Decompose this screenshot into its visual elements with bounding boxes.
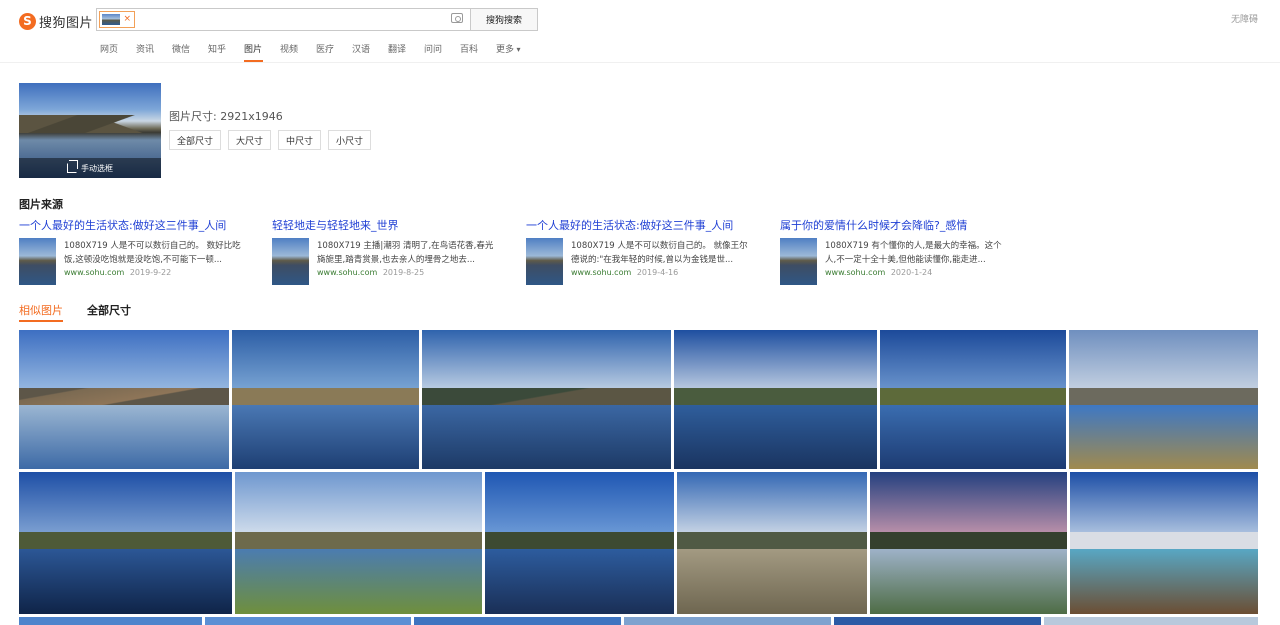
source-description: 1080X719 人是不可以数衍自己的。 数好比吃饭,这顿没吃饱就是没吃饱,不可… — [64, 241, 241, 265]
source-site[interactable]: www.sohu.com — [317, 268, 377, 277]
size-all-button[interactable]: 全部尺寸 — [169, 130, 222, 150]
nav-video[interactable]: 视频 — [280, 42, 316, 62]
source-thumbnail[interactable] — [272, 238, 309, 285]
nav-zhihu[interactable]: 知乎 — [208, 42, 244, 62]
source-site[interactable]: www.sohu.com — [825, 268, 885, 277]
similar-image[interactable] — [674, 330, 877, 469]
source-title-link[interactable]: 轻轻地走与轻轻地来_世界 — [272, 217, 502, 233]
camera-icon[interactable] — [451, 13, 463, 23]
header: S 搜狗图片 × 搜狗搜索 无障碍 网页 资讯 微信 知乎 图片 视频 医疗 汉… — [0, 0, 1280, 63]
similar-image[interactable] — [235, 472, 482, 614]
crop-button[interactable]: 手动选框 — [19, 158, 161, 178]
similar-image[interactable] — [205, 617, 411, 625]
similar-image[interactable] — [677, 472, 867, 614]
tab-similar-images[interactable]: 相似图片 — [19, 302, 63, 322]
similar-image[interactable] — [19, 472, 232, 614]
source-description: 1080X719 人是不可以数衍自己的。 就像王尔德说的:"在我年轻的时候,曾以… — [571, 241, 748, 265]
nav-web[interactable]: 网页 — [100, 42, 136, 62]
similar-image[interactable] — [870, 472, 1067, 614]
source-thumbnail[interactable] — [19, 238, 56, 285]
query-thumbnail — [102, 14, 120, 25]
image-size-info: 图片尺寸: 2921x1946 — [169, 108, 283, 124]
source-item: 轻轻地走与轻轻地来_世界 1080X719 主播|潮羽 清明了,在鸟语花香,春光… — [272, 217, 502, 285]
source-thumbnail[interactable] — [526, 238, 563, 285]
similar-image[interactable] — [19, 617, 202, 625]
source-item: 属于你的爱情什么时候才会降临?_感情 1080X719 有个懂你的人,是最大的幸… — [780, 217, 1010, 285]
source-title-link[interactable]: 一个人最好的生活状态:做好这三件事_人间 — [19, 217, 249, 233]
similar-image[interactable] — [1070, 472, 1258, 614]
query-image-chip[interactable]: × — [99, 11, 135, 28]
sogou-logo-icon: S — [19, 12, 36, 30]
size-large-button[interactable]: 大尺寸 — [228, 130, 272, 150]
source-thumbnail[interactable] — [780, 238, 817, 285]
accessibility-link[interactable]: 无障碍 — [1231, 12, 1258, 25]
logo-text: 搜狗图片 — [39, 15, 94, 31]
query-image-mountains — [19, 115, 161, 133]
source-date: 2020-1-24 — [890, 268, 933, 277]
similar-image[interactable] — [232, 330, 419, 469]
nav-images[interactable]: 图片 — [244, 42, 263, 62]
crop-icon — [67, 160, 78, 173]
similar-image[interactable] — [422, 330, 671, 469]
source-title-link[interactable]: 一个人最好的生活状态:做好这三件事_人间 — [526, 217, 756, 233]
nav-news[interactable]: 资讯 — [136, 42, 172, 62]
image-size-value: 2921x1946 — [220, 110, 283, 123]
nav-medical[interactable]: 医疗 — [316, 42, 352, 62]
nav-wechat[interactable]: 微信 — [172, 42, 208, 62]
size-medium-button[interactable]: 中尺寸 — [278, 130, 322, 150]
search-button[interactable]: 搜狗搜索 — [470, 8, 538, 31]
result-tabs: 相似图片 全部尺寸 — [19, 302, 155, 322]
image-size-label: 图片尺寸: — [169, 110, 217, 123]
nav-hanyu[interactable]: 汉语 — [352, 42, 388, 62]
source-description: 1080X719 有个懂你的人,是最大的幸福。这个人,不一定十全十美,但他能读懂… — [825, 241, 1002, 265]
similar-image[interactable] — [880, 330, 1066, 469]
source-site[interactable]: www.sohu.com — [571, 268, 631, 277]
sources-title: 图片来源 — [19, 198, 63, 211]
similar-image[interactable] — [414, 617, 621, 625]
similar-image[interactable] — [834, 617, 1041, 625]
crop-label: 手动选框 — [81, 163, 113, 173]
similar-image[interactable] — [1044, 617, 1258, 625]
source-date: 2019-8-25 — [382, 268, 425, 277]
sogou-logo[interactable]: S 搜狗图片 — [19, 11, 93, 31]
source-title-link[interactable]: 属于你的爱情什么时候才会降临?_感情 — [780, 217, 1010, 233]
nav-wenwen[interactable]: 问问 — [424, 42, 460, 62]
size-small-button[interactable]: 小尺寸 — [328, 130, 372, 150]
similar-image[interactable] — [1069, 330, 1258, 469]
similar-image[interactable] — [624, 617, 831, 625]
source-site[interactable]: www.sohu.com — [64, 268, 124, 277]
similar-image[interactable] — [19, 330, 229, 469]
size-filter: 全部尺寸 大尺寸 中尺寸 小尺寸 — [169, 130, 378, 150]
nav-tabs: 网页 资讯 微信 知乎 图片 视频 医疗 汉语 翻译 问问 百科 更多 — [100, 42, 532, 62]
tab-all-sizes[interactable]: 全部尺寸 — [87, 302, 131, 322]
source-item: 一个人最好的生活状态:做好这三件事_人间 1080X719 人是不可以数衍自己的… — [526, 217, 756, 285]
remove-image-icon[interactable]: × — [123, 12, 131, 27]
source-date: 2019-4-16 — [636, 268, 679, 277]
query-image[interactable]: 手动选框 — [19, 83, 161, 178]
source-description: 1080X719 主播|潮羽 清明了,在鸟语花香,春光旖旎里,踏青赏景,也去亲人… — [317, 241, 494, 265]
nav-baike[interactable]: 百科 — [460, 42, 496, 62]
source-date: 2019-9-22 — [129, 268, 172, 277]
search-input[interactable]: × — [96, 8, 470, 31]
nav-more[interactable]: 更多 — [496, 42, 532, 62]
source-item: 一个人最好的生活状态:做好这三件事_人间 1080X719 人是不可以数衍自己的… — [19, 217, 249, 285]
similar-image[interactable] — [485, 472, 674, 614]
nav-translate[interactable]: 翻译 — [388, 42, 424, 62]
